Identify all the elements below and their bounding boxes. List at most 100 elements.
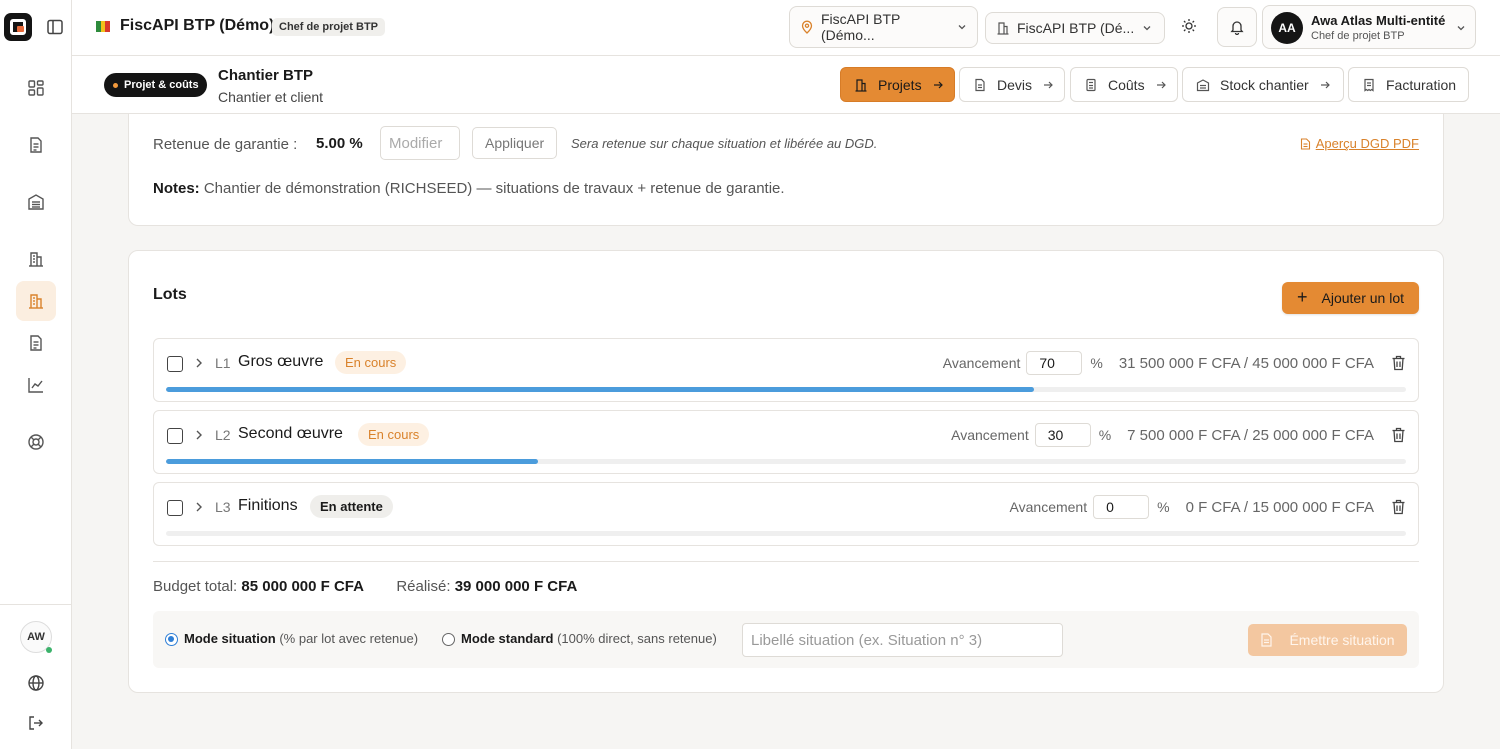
lot-checkbox[interactable] <box>167 500 183 516</box>
progress-input[interactable] <box>1034 423 1091 447</box>
percent-sign: % <box>1098 427 1112 443</box>
sidebar-item-support[interactable] <box>16 422 56 462</box>
notes-label: Notes: <box>153 180 200 197</box>
building-icon <box>29 294 43 309</box>
progress-bar <box>166 459 1406 464</box>
trash-icon[interactable] <box>1391 427 1406 443</box>
tab-couts[interactable]: Coûts <box>1070 67 1178 102</box>
tab-devis[interactable]: Devis <box>959 67 1065 102</box>
app-logo[interactable] <box>4 13 32 41</box>
sidebar-item-buildings[interactable] <box>16 239 56 279</box>
chevron-right-icon[interactable] <box>192 428 206 442</box>
user-menu-button[interactable]: AA Awa Atlas Multi-entité Chef de projet… <box>1262 5 1476 49</box>
document-icon <box>1261 633 1273 647</box>
progress-label: Avancement <box>1009 499 1088 515</box>
lot-checkbox[interactable] <box>167 428 183 444</box>
trash-icon[interactable] <box>1391 499 1406 515</box>
lot-row: L3 Finitions En attente Avancement % 0 F… <box>153 482 1419 546</box>
user-avatar: AA <box>1271 12 1303 44</box>
sidebar-toggle-icon[interactable] <box>46 18 64 36</box>
document-icon <box>30 137 42 153</box>
progress-bar <box>166 387 1406 392</box>
realise-label: Réalisé: <box>396 578 451 595</box>
sidebar-item-dashboard[interactable] <box>16 68 56 108</box>
sidebar-divider <box>0 604 72 605</box>
budget-total-value: 85 000 000 F CFA <box>241 578 364 595</box>
lot-code: L2 <box>215 427 231 443</box>
percent-sign: % <box>1090 355 1103 371</box>
bell-icon <box>1230 21 1244 35</box>
warehouse-icon <box>1196 78 1210 91</box>
top-header: FiscAPI BTP (Démo) Chef de projet BTP Fi… <box>72 0 1500 56</box>
page-subtitle: Chantier et client <box>218 89 324 105</box>
tab-label: Facturation <box>1386 76 1457 93</box>
section-chip: Projet & coûts <box>104 73 207 97</box>
location-selector[interactable]: FiscAPI BTP (Démo... <box>789 6 978 48</box>
retenue-value: 5.00 % <box>316 135 363 152</box>
sidebar-item-invoices[interactable] <box>16 323 56 363</box>
progress-input[interactable] <box>1093 495 1150 519</box>
plus-icon: + <box>1296 286 1308 307</box>
company-selector[interactable]: FiscAPI BTP (Dé... <box>985 12 1165 44</box>
section-divider <box>153 561 1419 562</box>
mode-standard-label[interactable]: Mode standard (100% direct, sans retenue… <box>461 631 717 646</box>
chevron-down-icon <box>1143 26 1151 31</box>
sidebar-item-reports[interactable] <box>16 365 56 405</box>
mode-standard-hint: (100% direct, sans retenue) <box>557 631 717 646</box>
lot-name: Gros œuvre <box>238 353 324 370</box>
sidebar-item-language[interactable] <box>16 663 56 703</box>
sidebar-item-chantier[interactable] <box>16 281 56 321</box>
lots-title: Lots <box>153 286 187 303</box>
mode-standard-title: Mode standard <box>461 631 554 646</box>
mode-situation-radio[interactable] <box>165 633 178 646</box>
arrow-right-icon <box>933 81 943 88</box>
dgd-pdf-link-label: Aperçu DGD PDF <box>1315 136 1419 151</box>
emit-situation-button[interactable]: Émettre situation <box>1248 624 1407 656</box>
mode-situation-title: Mode situation <box>184 631 276 646</box>
add-lot-label: Ajouter un lot <box>1321 290 1405 306</box>
retenue-input[interactable] <box>380 126 460 160</box>
add-lot-button[interactable]: + Ajouter un lot <box>1282 282 1419 314</box>
tab-facturation[interactable]: Facturation <box>1348 67 1469 102</box>
file-pdf-icon <box>1300 137 1310 150</box>
mode-situation-label[interactable]: Mode situation (% par lot avec retenue) <box>184 631 418 646</box>
globe-icon <box>28 675 44 691</box>
notifications-button[interactable] <box>1217 7 1257 47</box>
trash-icon[interactable] <box>1391 355 1406 371</box>
mode-situation-hint: (% par lot avec retenue) <box>279 631 419 646</box>
receipt-icon <box>1364 78 1374 92</box>
sidebar: AW <box>0 0 72 749</box>
arrow-right-icon <box>1320 81 1330 88</box>
progress-bar-fill <box>166 459 538 464</box>
dgd-pdf-link[interactable]: Aperçu DGD PDF <box>1300 136 1419 151</box>
tab-label: Projets <box>878 76 922 93</box>
progress-bar-fill <box>166 387 1034 392</box>
chevron-down-icon <box>1457 26 1465 31</box>
chevron-right-icon[interactable] <box>192 356 206 370</box>
percent-sign: % <box>1157 499 1170 515</box>
mode-standard-radio[interactable] <box>442 633 455 646</box>
page-title: Chantier BTP <box>218 67 314 84</box>
apply-button[interactable]: Appliquer <box>472 127 558 159</box>
chevron-right-icon[interactable] <box>192 500 206 514</box>
theme-toggle-button[interactable] <box>1178 15 1200 37</box>
budget-total-label: Budget total: <box>153 578 238 595</box>
user-name: Awa Atlas Multi-entité <box>1311 13 1446 28</box>
page-header: Projet & coûts Chantier BTP Chantier et … <box>72 56 1500 114</box>
map-pin-icon <box>801 20 813 34</box>
tab-label: Stock chantier <box>1220 76 1309 93</box>
tab-stock-chantier[interactable]: Stock chantier <box>1182 67 1344 102</box>
status-badge: En cours <box>358 423 430 446</box>
budget-totals: Budget total: 85 000 000 F CFA Réalisé: … <box>153 578 577 595</box>
dashboard-grid-icon <box>28 80 44 96</box>
tab-projets[interactable]: Projets <box>840 67 955 102</box>
progress-input[interactable] <box>1026 351 1083 375</box>
lot-checkbox[interactable] <box>167 356 183 372</box>
situation-label-input[interactable] <box>742 623 1063 657</box>
sidebar-item-warehouse[interactable] <box>16 182 56 222</box>
sidebar-item-logout[interactable] <box>16 703 56 743</box>
sun-icon <box>1182 19 1196 33</box>
sidebar-item-documents[interactable] <box>16 125 56 165</box>
logout-icon <box>29 716 43 730</box>
section-chip-label: Projet & coûts <box>124 79 199 91</box>
